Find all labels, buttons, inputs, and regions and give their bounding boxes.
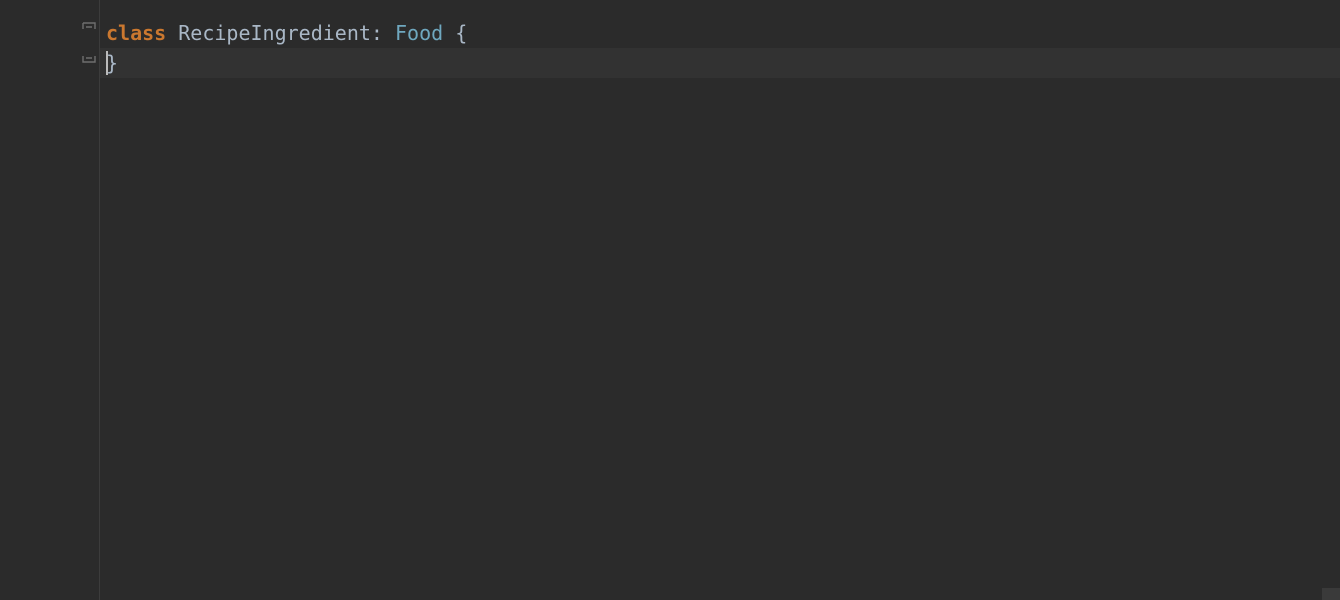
fold-open-icon[interactable] [82,21,96,35]
brace-token: { [455,21,467,45]
scrollbar-corner [1322,588,1340,600]
classname-token: RecipeIngredient [178,21,371,45]
fold-gutter[interactable] [80,0,100,600]
colon-token: : [371,21,383,45]
code-line-2[interactable]: } [100,48,1340,78]
fold-minus-bottom-icon [82,50,96,64]
space-token [443,21,455,45]
text-cursor [106,51,108,75]
code-editor[interactable]: ↓ class RecipeIngredient: Food { } [0,0,1340,600]
keyword-token: class [106,21,166,45]
code-text-area[interactable]: class RecipeIngredient: Food { } [100,0,1340,600]
fold-close-icon[interactable] [82,50,96,64]
space-token [383,21,395,45]
code-line-1[interactable]: class RecipeIngredient: Food { [100,18,1340,48]
type-token: Food [395,21,443,45]
gutter-icon-column: ↓ [0,0,40,600]
fold-minus-top-icon [82,21,96,35]
space-token [166,21,178,45]
line-number-gutter[interactable] [40,0,80,600]
